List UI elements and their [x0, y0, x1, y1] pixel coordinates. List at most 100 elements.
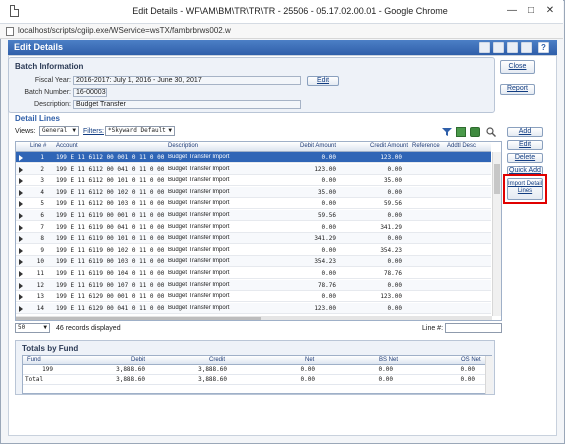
- table-row[interactable]: 8 199 E 11 6119 00 101 0 11 0 00 Budget Tr…: [16, 233, 491, 245]
- totals-by-fund-panel: Totals by Fund Fund Debit Credit Net BS …: [15, 340, 495, 395]
- filter-icon[interactable]: [442, 127, 452, 137]
- column-header[interactable]: Line #: [30, 143, 46, 149]
- column-header[interactable]: Credit Amount: [370, 143, 408, 149]
- table-row[interactable]: 6 199 E 11 6119 00 001 0 11 0 00 Budget Tr…: [16, 210, 491, 221]
- row-expand-icon[interactable]: [19, 247, 23, 254]
- window-title: Edit Details - WF\AM\BM\TR\TR\TR - 25506…: [132, 6, 448, 16]
- maximize-button[interactable]: □: [524, 4, 538, 18]
- totals-scrollbar[interactable]: [485, 356, 493, 394]
- filters-select[interactable]: *Skyward Default ▼: [105, 126, 175, 136]
- table-row[interactable]: 12 199 E 11 6119 00 107 0 11 0 00 Budget T…: [16, 279, 491, 291]
- cell-credit: 0.00: [387, 165, 402, 173]
- excel-export-icon[interactable]: [456, 127, 466, 137]
- edit-line-button[interactable]: Edit: [507, 140, 543, 150]
- cell-description: Budget Transfer Import: [168, 212, 230, 218]
- row-expand-icon[interactable]: [19, 201, 23, 208]
- batch-number-label: Batch Number:: [24, 89, 71, 96]
- table-row[interactable]: 14 199 E 11 6129 00 041 0 11 0 00 Budget T…: [16, 302, 491, 314]
- minimize-button[interactable]: —: [505, 4, 519, 18]
- totals-row: 199 3,888.60 3,888.60 0.00 0.00 0.00: [23, 365, 485, 375]
- fiscal-year-label: Fiscal Year:: [34, 77, 71, 84]
- address-bar[interactable]: localhost/scripts/cgiip.exe/WService=wsT…: [0, 24, 563, 39]
- cell-debit: 59.56: [317, 212, 336, 219]
- cell-line: 3: [40, 177, 44, 185]
- scroll-thumb[interactable]: [494, 164, 500, 194]
- grid-header: Line # Account Description Debit Amount …: [16, 142, 491, 152]
- cell-debit: 0.00: [321, 293, 336, 301]
- chevron-down-icon: ▼: [72, 127, 76, 134]
- column-header[interactable]: Account: [56, 143, 78, 149]
- row-expand-icon[interactable]: [19, 294, 23, 301]
- cell-description: Budget Transfer Import: [168, 235, 230, 242]
- cell-account: 199 E 11 6112 00 101 0 11 0 00: [56, 177, 164, 185]
- row-expand-icon[interactable]: [19, 259, 23, 266]
- cell-credit: 0.00: [387, 188, 402, 196]
- table-row[interactable]: 2 199 E 11 6112 00 041 0 11 0 00 Budget Tr…: [16, 163, 491, 175]
- cell-account: 199 E 11 6112 00 001 0 11 0 00: [56, 154, 164, 161]
- zoom-icon[interactable]: [486, 127, 496, 137]
- cell-description: Budget Transfer Import: [168, 200, 230, 207]
- table-row[interactable]: 9 199 E 11 6119 00 102 0 11 0 00 Budget Tr…: [16, 245, 491, 256]
- horizontal-scrollbar[interactable]: [16, 316, 492, 320]
- page-size-select[interactable]: 50 ▼: [15, 323, 50, 333]
- line-search-input[interactable]: [445, 323, 502, 333]
- cell-credit: 59.56: [383, 200, 402, 208]
- row-expand-icon[interactable]: [19, 189, 23, 196]
- totals-row: Total 3,888.60 3,888.60 0.00 0.00 0.00: [23, 375, 485, 385]
- help-icon[interactable]: ?: [538, 42, 549, 53]
- delete-line-button[interactable]: Delete: [507, 153, 543, 163]
- row-expand-icon[interactable]: [19, 282, 23, 289]
- chevron-down-icon: ▼: [168, 127, 172, 134]
- row-expand-icon[interactable]: [19, 224, 23, 231]
- row-expand-icon[interactable]: [19, 166, 23, 173]
- close-window-button[interactable]: ✕: [543, 4, 557, 18]
- cell-credit: 123.00: [380, 154, 402, 161]
- table-row[interactable]: 7 199 E 11 6119 00 041 0 11 0 00 Budget Tr…: [16, 222, 491, 233]
- row-expand-icon[interactable]: [19, 236, 23, 243]
- row-expand-icon[interactable]: [19, 271, 23, 277]
- cell-description: Budget Transfer Import: [168, 258, 230, 265]
- row-expand-icon[interactable]: [19, 305, 23, 312]
- row-expand-icon[interactable]: [19, 178, 23, 185]
- totals-cell-net: 0.00: [300, 376, 315, 383]
- views-select[interactable]: General ▼: [39, 126, 79, 136]
- column-header: Fund: [27, 357, 41, 363]
- totals-header: Fund Debit Credit Net BS Net OS Net: [23, 356, 485, 365]
- scroll-thumb[interactable]: [16, 317, 261, 320]
- totals-cell-fund: Total: [25, 376, 44, 383]
- vertical-scrollbar[interactable]: [492, 152, 501, 316]
- close-button[interactable]: Close: [500, 60, 535, 74]
- print-icon[interactable]: [521, 42, 532, 53]
- row-expand-icon[interactable]: [19, 213, 23, 219]
- cell-account: 199 E 11 6112 00 041 0 11 0 00: [56, 165, 164, 173]
- report-button[interactable]: Report: [500, 84, 535, 95]
- totals-cell-os_net: 0.00: [460, 376, 475, 383]
- table-row[interactable]: 3 199 E 11 6112 00 101 0 11 0 00 Budget Tr…: [16, 175, 491, 187]
- table-row[interactable]: 10 199 E 11 6119 00 103 0 11 0 00 Budget T…: [16, 256, 491, 268]
- detail-lines-title: Detail Lines: [15, 114, 60, 123]
- cell-line: 14: [36, 304, 44, 312]
- table-row[interactable]: 13 199 E 11 6129 00 001 0 11 0 00 Budget T…: [16, 291, 491, 303]
- app-header: Edit Details ?: [8, 40, 557, 55]
- column-header[interactable]: Addtl Desc: [447, 143, 476, 149]
- refresh-icon[interactable]: [470, 127, 480, 137]
- views-label: Views:: [15, 128, 36, 135]
- column-header[interactable]: Reference: [412, 143, 440, 149]
- table-row[interactable]: 1 199 E 11 6112 00 001 0 11 0 00 Budget Tr…: [16, 152, 491, 163]
- filters-link[interactable]: Filters:: [83, 128, 104, 135]
- attachment-icon[interactable]: [507, 42, 518, 53]
- table-row[interactable]: 4 199 E 11 6112 00 102 0 11 0 00 Budget Tr…: [16, 186, 491, 198]
- row-expand-icon[interactable]: [19, 155, 23, 161]
- print-preview-icon[interactable]: [493, 42, 504, 53]
- table-row[interactable]: 5 199 E 11 6112 00 103 0 11 0 00 Budget Tr…: [16, 198, 491, 210]
- column-header[interactable]: Description: [168, 143, 198, 149]
- totals-cell-credit: 3,888.60: [198, 376, 227, 383]
- column-header[interactable]: Debit Amount: [300, 143, 336, 149]
- url-text[interactable]: localhost/scripts/cgiip.exe/WService=wsT…: [18, 26, 231, 35]
- add-line-button[interactable]: Add: [507, 127, 543, 137]
- edit-batch-button[interactable]: Edit: [307, 76, 339, 86]
- column-header: BS Net: [379, 357, 399, 363]
- detail-lines-grid: Line # Account Description Debit Amount …: [15, 141, 502, 321]
- export-icon[interactable]: [479, 42, 490, 53]
- table-row[interactable]: 11 199 E 11 6119 00 104 0 11 0 00 Budget T…: [16, 268, 491, 279]
